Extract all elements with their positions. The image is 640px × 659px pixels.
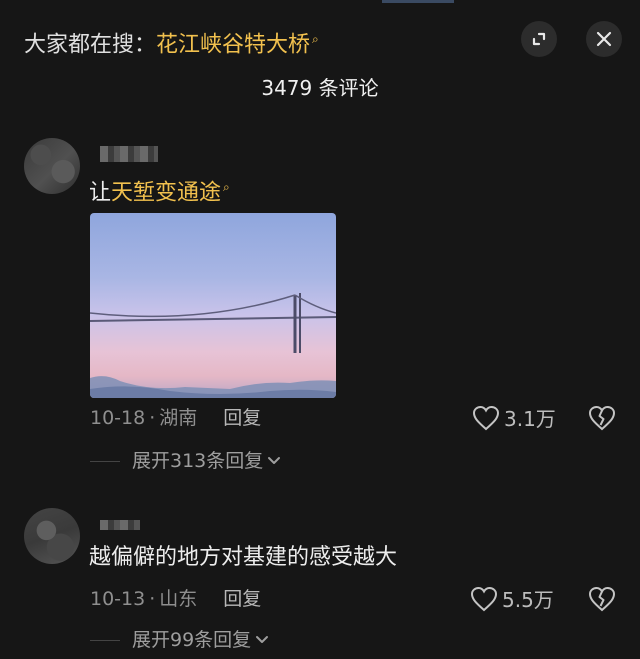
comment-meta: 10-18 · 湖南 回复 [90, 405, 261, 431]
search-icon: ⌕ [223, 180, 230, 194]
meta-separator: · [149, 407, 156, 429]
comment-count: 3479 条评论 [261, 76, 379, 100]
heart-icon [470, 586, 498, 611]
broken-heart-icon [588, 586, 616, 612]
dislike-button[interactable] [587, 403, 617, 433]
chevron-down-icon [267, 456, 281, 466]
username-blurred[interactable] [100, 520, 140, 530]
broken-heart-icon [588, 405, 616, 431]
search-icon: ⌕ [312, 32, 319, 46]
avatar[interactable] [24, 138, 80, 194]
comment-date: 10-18 [90, 407, 146, 429]
comment-date: 10-13 [90, 588, 146, 610]
expand-replies-button[interactable]: 展开99条回复 [90, 627, 269, 653]
heart-icon [472, 405, 500, 430]
like-button[interactable]: 3.1万 [472, 403, 556, 432]
like-count: 3.1万 [504, 407, 556, 431]
collapse-icon [532, 32, 546, 46]
dislike-button[interactable] [587, 584, 617, 614]
like-count: 5.5万 [502, 588, 554, 612]
bridge-photo [90, 293, 336, 398]
meta-separator: · [149, 588, 156, 610]
avatar[interactable] [24, 508, 80, 564]
trending-search-term[interactable]: 花江峡谷特大桥 [156, 32, 310, 57]
collapse-button[interactable] [521, 21, 557, 57]
comment-text: 越偏僻的地方对基建的感受越大 [89, 545, 398, 570]
like-button[interactable]: 5.5万 [470, 584, 554, 613]
comment-text-prefix: 让 [89, 180, 112, 206]
reply-button[interactable]: 回复 [223, 588, 261, 610]
comment-location: 湖南 [159, 407, 198, 429]
comment-text: 让天堑变通途 ⌕ [89, 172, 230, 208]
trending-search-prefix: 大家都在搜： [24, 32, 157, 58]
expand-replies-label: 展开313条回复 [132, 450, 264, 472]
expand-divider [90, 639, 120, 641]
expand-replies-label: 展开99条回复 [132, 629, 252, 651]
username-blurred[interactable] [100, 146, 158, 162]
close-icon [596, 31, 612, 47]
comment-meta: 10-13 · 山东 回复 [90, 586, 261, 612]
comment-image[interactable] [90, 213, 336, 398]
chevron-down-icon [255, 635, 269, 645]
expand-replies-button[interactable]: 展开313条回复 [90, 448, 281, 474]
trending-search-link[interactable]: 大家都在搜：花江峡谷特大桥 ⌕ [24, 24, 319, 60]
comment-keyword-link[interactable]: 天堑变通途 [111, 180, 221, 205]
comment-location: 山东 [159, 588, 198, 610]
expand-divider [90, 460, 120, 462]
comments-header: 大家都在搜：花江峡谷特大桥 ⌕ [0, 0, 640, 72]
close-button[interactable] [586, 21, 622, 57]
reply-button[interactable]: 回复 [223, 407, 261, 429]
